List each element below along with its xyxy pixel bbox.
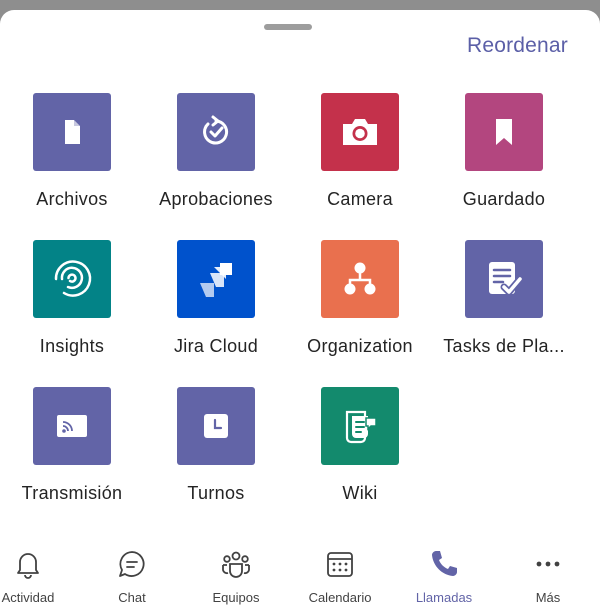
more-icon	[536, 561, 560, 567]
nav-label: Llamadas	[415, 590, 473, 605]
bottom-nav: Actividad Chat Equipos Calendario Llamad…	[0, 542, 600, 605]
app-wiki[interactable]: Wiki	[288, 387, 432, 517]
nav-label: Equipos	[212, 590, 260, 605]
teams-icon	[222, 551, 250, 578]
app-camera[interactable]: Camera	[288, 93, 432, 223]
app-tile	[177, 387, 255, 465]
app-label: Tasks de Pla...	[443, 336, 565, 356]
nav-item-actividad[interactable]: Actividad	[0, 542, 78, 605]
app-label: Archivos	[36, 189, 108, 209]
app-tasks-planner[interactable]: Tasks de Pla...	[432, 240, 576, 370]
nav-item-equipos[interactable]: Equipos	[186, 542, 286, 605]
app-tile	[321, 240, 399, 318]
app-jira-cloud[interactable]: Jira Cloud	[144, 240, 288, 370]
nav-item-llamadas[interactable]: Llamadas	[394, 542, 494, 605]
wiki-icon	[345, 410, 377, 444]
app-turnos[interactable]: Turnos	[144, 387, 288, 517]
clock-icon	[204, 414, 228, 438]
app-label: Aprobaciones	[159, 189, 273, 209]
app-tile	[465, 93, 543, 171]
nav-label: Chat	[118, 590, 146, 605]
app-tile	[177, 240, 255, 318]
app-label: Camera	[327, 189, 393, 209]
app-tile	[321, 93, 399, 171]
app-guardado[interactable]: Guardado	[432, 93, 576, 223]
app-tile	[33, 93, 111, 171]
app-tile	[33, 387, 111, 465]
bell-icon	[17, 553, 39, 579]
app-tile	[465, 240, 543, 318]
calendar-icon	[327, 552, 353, 577]
app-archivos[interactable]: Archivos	[0, 93, 144, 223]
jira-icon	[200, 263, 232, 297]
stream-icon	[57, 415, 87, 437]
app-label: Wiki	[342, 483, 378, 503]
app-aprobaciones[interactable]: Aprobaciones	[144, 93, 288, 223]
approval-icon	[203, 115, 229, 145]
bookmark-icon	[496, 119, 512, 145]
app-label: Turnos	[187, 483, 245, 503]
app-transmision[interactable]: Transmisión	[0, 387, 144, 517]
camera-icon	[343, 119, 377, 145]
app-label: Transmisión	[21, 483, 123, 503]
app-grid: Archivos Aprobaciones Camera Guardado In…	[0, 0, 600, 520]
nav-label: Más	[535, 590, 561, 605]
app-label: Jira Cloud	[173, 336, 259, 356]
nav-item-chat[interactable]: Chat	[82, 542, 182, 605]
app-tile	[177, 93, 255, 171]
nav-item-calendario[interactable]: Calendario	[290, 542, 390, 605]
app-label: Organization	[307, 336, 413, 356]
app-label: Insights	[39, 336, 105, 356]
chat-icon	[119, 551, 145, 577]
file-icon	[65, 120, 80, 144]
nav-label: Calendario	[308, 590, 372, 605]
phone-icon	[432, 551, 457, 576]
app-tile	[33, 240, 111, 318]
app-organization[interactable]: Organization	[288, 240, 432, 370]
org-chart-icon	[344, 262, 376, 295]
nav-item-mas[interactable]: Más	[498, 542, 598, 605]
insights-icon	[54, 260, 92, 297]
app-tile	[321, 387, 399, 465]
nav-label: Actividad	[1, 590, 55, 605]
app-label: Guardado	[462, 189, 546, 209]
app-insights[interactable]: Insights	[0, 240, 144, 370]
tasks-icon	[489, 262, 524, 296]
